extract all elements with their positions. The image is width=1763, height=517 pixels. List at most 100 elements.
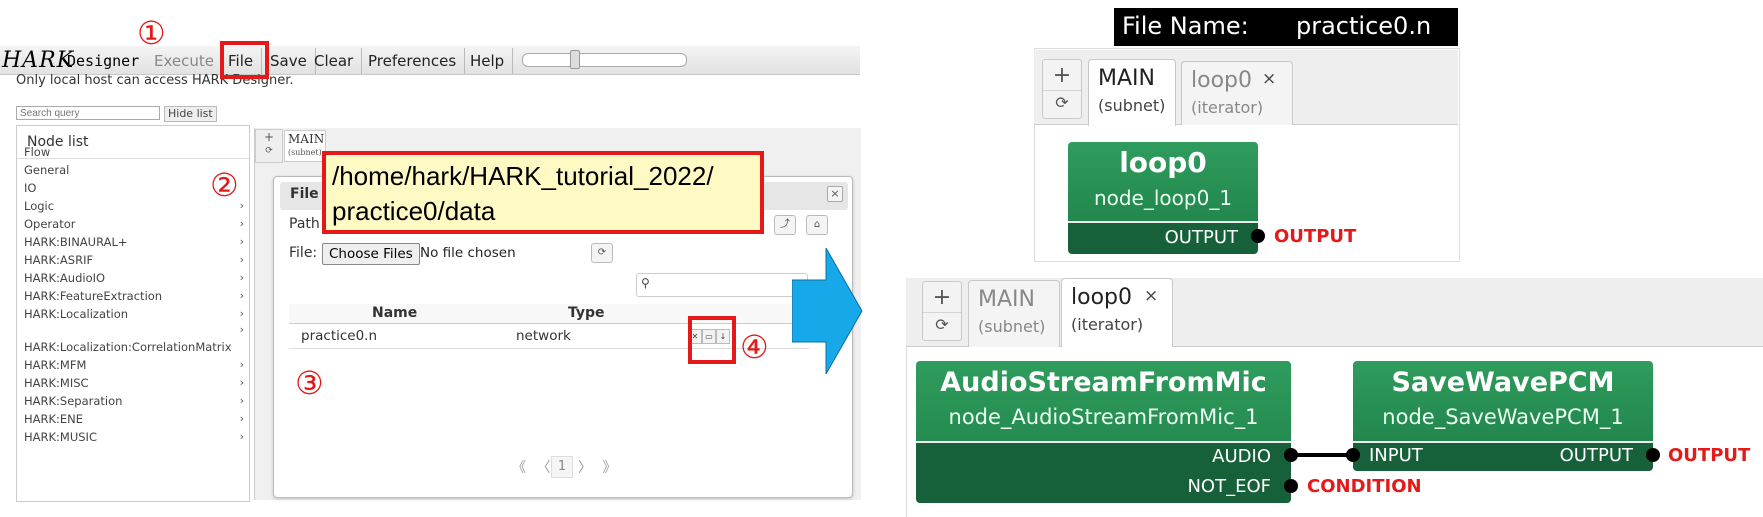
node-category-item[interactable]: HARK:ENE › — [24, 411, 244, 427]
node-category-item[interactable]: HARK:Separation › — [24, 393, 244, 409]
node-category-item[interactable]: Operator › — [24, 216, 244, 232]
node-search-input[interactable] — [16, 106, 160, 120]
input-port-dot[interactable] — [1346, 448, 1360, 462]
node-category-item[interactable]: HARK:FeatureExtraction › — [24, 288, 244, 304]
node-id: node_SaveWavePCM_1 — [1382, 405, 1624, 429]
node-category-item[interactable]: HARK:MUSIC › — [24, 429, 244, 445]
tab-title: loop0 — [1071, 285, 1132, 310]
close-icon[interactable]: × — [1262, 69, 1276, 89]
pagination-prev[interactable]: 《 〈 — [512, 457, 553, 477]
upload-button[interactable]: ⟳ — [591, 243, 613, 263]
node-loop0[interactable]: loop0 node_loop0_1 OUTPUT — [1068, 142, 1258, 254]
output-tag: OUTPUT — [1668, 445, 1751, 466]
designer-logo-text: Designer — [67, 52, 140, 70]
node-category-label: HARK:Separation — [24, 394, 123, 408]
tab-loop0[interactable]: loop0 (iterator) × — [1061, 278, 1173, 347]
not-eof-port-dot[interactable] — [1284, 479, 1298, 493]
chevron-right-icon: › — [239, 323, 244, 336]
tab-main[interactable]: MAIN (subnet) — [1088, 59, 1176, 126]
add-reload-buttons[interactable]: + ⟳ — [255, 129, 283, 163]
file-menu-highlight — [220, 41, 269, 79]
chevron-right-icon: › — [239, 394, 244, 407]
node-audio-stream-from-mic[interactable]: AudioStreamFromMic node_AudioStreamFromM… — [916, 361, 1291, 503]
tab-subtitle: (subnet) — [1098, 96, 1166, 115]
node-title: loop0 — [1119, 146, 1207, 179]
chevron-right-icon: › — [239, 217, 244, 230]
tab-title: loop0 — [1191, 68, 1252, 93]
output-port-dot[interactable] — [1251, 229, 1265, 243]
pagination-next[interactable]: 〉 》 — [578, 457, 619, 477]
node-category-item[interactable]: HARK:ASRIF › — [24, 252, 244, 268]
reload-icon[interactable]: ⟳ — [1043, 90, 1081, 112]
home-button[interactable]: ⌂ — [806, 215, 828, 235]
path-callout-line1: /home/hark/HARK_tutorial_2022/ — [332, 161, 714, 191]
folder-up-button[interactable]: ⤴ — [774, 215, 796, 235]
plus-icon[interactable]: + — [256, 130, 282, 144]
tab-buttons[interactable]: + ⟳ — [1042, 59, 1082, 119]
close-icon[interactable]: × — [1144, 286, 1158, 306]
reload-icon[interactable]: ⟳ — [923, 312, 961, 334]
open-button-highlight — [688, 316, 736, 364]
node-category-label: HARK:FeatureExtraction — [24, 289, 163, 303]
node-category-item[interactable]: HARK:Localization › — [24, 306, 244, 322]
node-id: node_AudioStreamFromMic_1 — [948, 405, 1259, 429]
chevron-right-icon: › — [239, 253, 244, 266]
help-menu[interactable]: Help — [462, 48, 514, 74]
plus-icon[interactable]: + — [923, 285, 961, 310]
file-label: File: — [289, 245, 318, 261]
preferences-menu[interactable]: Preferences — [360, 48, 466, 74]
node-category-label: HARK:MFM — [24, 358, 87, 372]
zoom-slider[interactable] — [522, 53, 687, 67]
node-category-item[interactable]: › — [24, 322, 244, 338]
node-category-item[interactable]: Flow — [24, 144, 244, 160]
file-dialog-title: File — [290, 186, 319, 202]
chevron-right-icon: › — [239, 271, 244, 284]
chevron-right-icon: › — [239, 289, 244, 302]
port-output-label: OUTPUT — [1164, 227, 1238, 248]
chevron-right-icon: › — [239, 412, 244, 425]
port-audio-label: AUDIO — [1212, 446, 1271, 467]
output-port-dot[interactable] — [1646, 448, 1660, 462]
port-output-label: OUTPUT — [1559, 445, 1633, 466]
hide-list-button[interactable]: Hide list — [164, 106, 217, 122]
node-category-item[interactable]: HARK:BINAURAL+ › — [24, 234, 244, 250]
choose-files-button[interactable]: Choose Files — [322, 243, 420, 265]
node-category-label: HARK:Localization:CorrelationMatrix — [24, 340, 232, 354]
node-category-item[interactable]: HARK:MFM › — [24, 357, 244, 373]
tab-main[interactable]: MAIN (subnet) — [968, 280, 1060, 347]
node-category-label: Operator — [24, 217, 76, 231]
clear-menu[interactable]: Clear — [306, 48, 363, 74]
node-category-label: HARK:MISC — [24, 376, 89, 390]
search-icon: ⚲ — [641, 276, 650, 290]
node-category-item[interactable]: HARK:AudioIO › — [24, 270, 244, 286]
plus-icon[interactable]: + — [1043, 63, 1081, 88]
tab-subtitle: (iterator) — [1191, 98, 1264, 117]
hark-logo: HARK — [2, 48, 75, 73]
path-callout-line2: practice0/data — [332, 196, 496, 226]
reload-icon[interactable]: ⟳ — [256, 146, 282, 156]
tab-subtitle: (iterator) — [1071, 315, 1144, 334]
file-filter-input[interactable] — [636, 273, 808, 297]
node-ports: INPUT OUTPUT — [1353, 441, 1653, 471]
tab-main-subtitle: (subnet) — [288, 148, 322, 157]
condition-tag: CONDITION — [1307, 476, 1422, 497]
output-tag: OUTPUT — [1274, 226, 1357, 247]
node-category-label: HARK:BINAURAL+ — [24, 235, 128, 249]
node-save-wave-pcm[interactable]: SaveWavePCM node_SaveWavePCM_1 INPUT OUT… — [1353, 361, 1653, 471]
chevron-right-icon: › — [239, 235, 244, 248]
pagination-page[interactable]: 1 — [551, 456, 573, 478]
node-ports: AUDIO NOT_EOF — [916, 441, 1291, 503]
node-category-label: IO — [24, 181, 37, 195]
step-3-marker: ③ — [295, 364, 324, 402]
zoom-slider-thumb[interactable] — [570, 50, 580, 69]
tab-loop0[interactable]: loop0 (iterator) × — [1181, 61, 1293, 125]
node-category-item[interactable]: HARK:MISC › — [24, 375, 244, 391]
path-label: Path — [289, 216, 320, 232]
node-category-label: Logic — [24, 199, 55, 213]
column-name-header: Name — [372, 305, 418, 321]
tab-buttons[interactable]: + ⟳ — [922, 281, 962, 341]
port-input-label: INPUT — [1369, 445, 1423, 466]
chevron-right-icon: › — [239, 376, 244, 389]
node-category-item[interactable]: HARK:Localization:CorrelationMatrix — [24, 339, 244, 355]
close-icon[interactable]: × — [827, 186, 843, 202]
